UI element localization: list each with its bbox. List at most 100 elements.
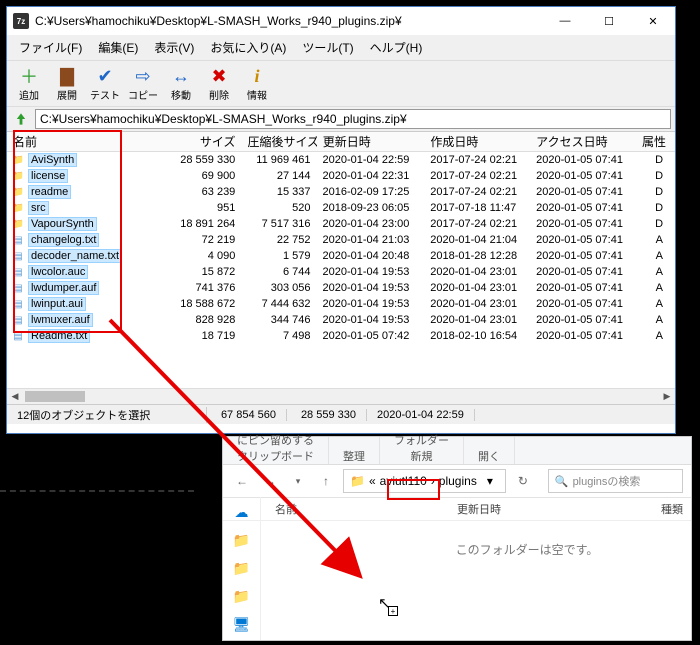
cell-m: 2016-02-09 17:25: [317, 186, 425, 198]
forward-button[interactable]: →: [259, 470, 281, 492]
table-row[interactable]: 📁src9515202018-09-23 06:052017-07-18 11:…: [7, 200, 675, 216]
move-button[interactable]: ↔移動: [163, 63, 199, 104]
up-button-explorer[interactable]: ↑: [315, 470, 337, 492]
cell-a: 2020-01-05 07:41: [530, 154, 636, 166]
back-button[interactable]: ←: [231, 470, 253, 492]
table-row[interactable]: 📁license69 90027 1442020-01-04 22:312017…: [7, 168, 675, 184]
cell-a: 2020-01-05 07:41: [530, 314, 636, 326]
menu-view[interactable]: 表示(V): [148, 37, 200, 58]
ribbon-new[interactable]: フォルダー新規: [380, 437, 464, 464]
cell-m: 2020-01-04 19:53: [317, 282, 425, 294]
titlebar[interactable]: 7z C:¥Users¥hamochiku¥Desktop¥L-SMASH_Wo…: [7, 7, 675, 35]
file-name: readme: [28, 185, 71, 199]
folder-shortcut-icon-2[interactable]: 📁: [233, 559, 251, 577]
menu-tool[interactable]: ツール(T): [296, 37, 359, 58]
cell-p: 7 444 632: [241, 298, 316, 310]
col-attr[interactable]: 属性: [636, 133, 675, 150]
info-button[interactable]: i情報: [239, 63, 275, 104]
ribbon-org[interactable]: 整理: [329, 437, 380, 464]
menubar: ファイル(F) 編集(E) 表示(V) お気に入り(A) ツール(T) ヘルプ(…: [7, 35, 675, 61]
cell-s: 741 376: [170, 282, 241, 294]
cell-s: 18 588 672: [170, 298, 241, 310]
folder-icon: 📁: [350, 474, 365, 488]
up-button[interactable]: [11, 109, 31, 129]
test-button[interactable]: ✔テスト: [87, 63, 123, 104]
cloud-icon[interactable]: ☁: [233, 503, 251, 521]
cell-attr: A: [636, 298, 675, 310]
table-row[interactable]: ▤lwmuxer.auf828 928344 7462020-01-04 19:…: [7, 312, 675, 328]
status-size2: 28 559 330: [287, 409, 367, 421]
file-name: AviSynth: [28, 153, 77, 167]
table-row[interactable]: ▤changelog.txt72 21922 7522020-01-04 21:…: [7, 232, 675, 248]
refresh-button[interactable]: ↻: [512, 470, 534, 492]
delete-icon: ✖: [208, 65, 230, 87]
col-cre[interactable]: 作成日時: [424, 133, 530, 150]
hscroll[interactable]: ◀ ▶: [7, 388, 675, 404]
minimize-button[interactable]: —: [543, 7, 587, 35]
cell-p: 1 579: [241, 250, 316, 262]
table-row[interactable]: ▤lwdumper.auf741 376303 0562020-01-04 19…: [7, 280, 675, 296]
col-mod[interactable]: 更新日時: [317, 133, 425, 150]
table-row[interactable]: ▤lwinput.aui18 588 6727 444 6322020-01-0…: [7, 296, 675, 312]
cell-attr: D: [636, 170, 675, 182]
cell-p: 27 144: [241, 170, 316, 182]
folder-shortcut-icon-3[interactable]: 📁: [233, 587, 251, 605]
cell-c: 2017-07-24 02:21: [424, 218, 530, 230]
menu-fav[interactable]: お気に入り(A): [204, 37, 292, 58]
table-row[interactable]: ▤Readme.txt18 7197 4982020-01-05 07:4220…: [7, 328, 675, 344]
cell-c: 2017-07-24 02:21: [424, 170, 530, 182]
ribbon-open[interactable]: 開く: [464, 437, 515, 464]
address-input[interactable]: [35, 109, 671, 129]
file-name: lwinput.aui: [28, 297, 86, 311]
table-row[interactable]: ▤lwcolor.auc15 8726 7442020-01-04 19:532…: [7, 264, 675, 280]
dashed-divider: [0, 490, 194, 492]
crumb-1[interactable]: aviutl110: [380, 474, 427, 488]
breadcrumb[interactable]: 📁 « aviutl110› plugins ▾: [343, 469, 506, 493]
table-row[interactable]: ▤decoder_name.txt4 0901 5792020-01-04 20…: [7, 248, 675, 264]
cell-m: 2020-01-04 19:53: [317, 298, 425, 310]
crumb-2[interactable]: plugins: [439, 474, 477, 488]
ribbon: にピン留めするクリップボード 整理 フォルダー新規 開く: [223, 437, 691, 465]
extract-button[interactable]: ▇展開: [49, 63, 85, 104]
ecol-mod[interactable]: 更新日時: [457, 501, 501, 517]
maximize-button[interactable]: ☐: [587, 7, 631, 35]
col-size[interactable]: サイズ: [170, 133, 241, 150]
ribbon-pin[interactable]: にピン留めするクリップボード: [223, 437, 329, 464]
table-row[interactable]: 📁readme63 23915 3372016-02-09 17:252017-…: [7, 184, 675, 200]
cell-s: 18 719: [170, 330, 241, 342]
file-icon: ▤: [11, 329, 25, 343]
table-row[interactable]: 📁AviSynth28 559 33011 969 4612020-01-04 …: [7, 152, 675, 168]
folder-icon: 📁: [11, 185, 25, 199]
pc-icon[interactable]: 🖥: [233, 615, 251, 633]
col-acc[interactable]: アクセス日時: [530, 133, 636, 150]
cell-m: 2020-01-04 23:00: [317, 218, 425, 230]
file-list[interactable]: 📁AviSynth28 559 33011 969 4612020-01-04 …: [7, 152, 675, 404]
dropdown-icon[interactable]: ▾: [287, 470, 309, 492]
cell-m: 2020-01-04 22:59: [317, 154, 425, 166]
sevenzip-window: 7z C:¥Users¥hamochiku¥Desktop¥L-SMASH_Wo…: [6, 6, 676, 434]
close-button[interactable]: ✕: [631, 7, 675, 35]
scroll-right-icon[interactable]: ▶: [659, 389, 675, 404]
scroll-left-icon[interactable]: ◀: [7, 389, 23, 404]
search-input[interactable]: 🔍 pluginsの検索: [548, 469, 683, 493]
cell-s: 72 219: [170, 234, 241, 246]
ecol-name[interactable]: 名前: [275, 501, 297, 517]
col-name[interactable]: 名前: [7, 133, 170, 150]
menu-edit[interactable]: 編集(E): [92, 37, 144, 58]
col-psize[interactable]: 圧縮後サイズ: [242, 133, 317, 150]
status-date: 2020-01-04 22:59: [367, 409, 475, 421]
list-header: 名前 サイズ 圧縮後サイズ 更新日時 作成日時 アクセス日時 属性: [7, 132, 675, 152]
menu-help[interactable]: ヘルプ(H): [364, 37, 429, 58]
cell-a: 2020-01-05 07:41: [530, 298, 636, 310]
file-icon: ▤: [11, 249, 25, 263]
menu-file[interactable]: ファイル(F): [13, 37, 88, 58]
ecol-type[interactable]: 種類: [661, 501, 683, 517]
folder-shortcut-icon[interactable]: 📁: [233, 531, 251, 549]
scroll-thumb[interactable]: [25, 391, 85, 402]
cell-s: 28 559 330: [170, 154, 241, 166]
delete-button[interactable]: ✖削除: [201, 63, 237, 104]
table-row[interactable]: 📁VapourSynth18 891 2647 517 3162020-01-0…: [7, 216, 675, 232]
copy-button[interactable]: ⇨コピー: [125, 63, 161, 104]
search-icon: 🔍: [555, 475, 569, 488]
add-button[interactable]: ＋追加: [11, 63, 47, 104]
